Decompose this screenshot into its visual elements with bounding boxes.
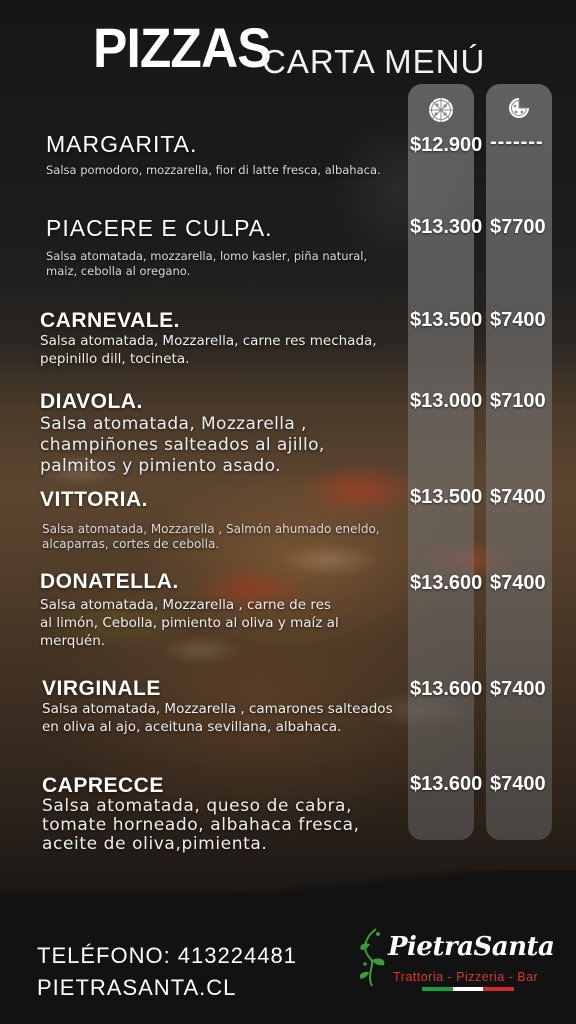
item-price-whole: $13.000 bbox=[410, 390, 483, 412]
phone-number: TELÉFONO: 413224481 bbox=[37, 943, 297, 968]
item-name: VIRGINALE bbox=[42, 677, 161, 700]
item-price-whole: $13.600 bbox=[410, 773, 483, 795]
item-description: Salsa pomodoro, mozzarella, fior di latt… bbox=[46, 163, 381, 177]
item-name: CARNEVALE. bbox=[40, 309, 180, 332]
item-description: Salsa atomatada, Mozzarella , Salmón ahu… bbox=[42, 522, 380, 551]
item-name: DIAVOLA. bbox=[40, 390, 143, 413]
flag-white bbox=[452, 987, 484, 991]
pizza-slice-icon bbox=[509, 98, 529, 118]
item-price-whole: $13.500 bbox=[410, 309, 483, 331]
item-price-whole: $13.600 bbox=[410, 678, 483, 700]
item-price-half: $7100 bbox=[490, 390, 546, 412]
italian-flag-stripe bbox=[422, 987, 515, 991]
item-price-half: $7400 bbox=[490, 678, 546, 700]
item-name: MARGARITA. bbox=[46, 131, 198, 157]
item-name: CAPRECCE bbox=[42, 774, 164, 797]
item-name: DONATELLA. bbox=[40, 570, 179, 593]
half-price-column bbox=[486, 84, 552, 840]
page-title: PIZZAS bbox=[93, 16, 272, 79]
item-description: Salsa atomatada, mozzarella, lomo kasler… bbox=[46, 249, 368, 278]
item-price-whole: $13.600 bbox=[410, 572, 483, 594]
item-name: VITTORIA. bbox=[40, 488, 148, 511]
page-subtitle: CARTA MENÚ bbox=[262, 43, 486, 80]
item-price-whole: $13.500 bbox=[410, 486, 483, 508]
whole-price-column bbox=[408, 84, 474, 840]
item-description: Salsa atomatada, Mozzarella , champiñone… bbox=[40, 414, 325, 476]
pietrasanta-logo: PietraSanta Trattoria - Pizzeria - Bar bbox=[356, 924, 566, 1006]
item-price-whole: $12.900 bbox=[410, 134, 483, 156]
item-description: Salsa atomatada, queso de cabra, tomate … bbox=[42, 796, 360, 854]
logo-tagline: Trattoria - Pizzeria - Bar bbox=[393, 970, 539, 984]
flag-green bbox=[422, 987, 453, 991]
item-description: Salsa atomatada, Mozzarella , camarones … bbox=[42, 701, 393, 735]
item-price-half: $7400 bbox=[490, 773, 546, 795]
item-description: Salsa atomatada, Mozzarella, carne res m… bbox=[40, 333, 377, 367]
item-price-half: $7700 bbox=[490, 216, 546, 238]
item-price-half: $7400 bbox=[490, 572, 546, 594]
item-price-whole: $13.300 bbox=[410, 216, 483, 238]
item-price-half: $7400 bbox=[490, 309, 546, 331]
whole-pizza-icon bbox=[429, 98, 453, 122]
logo-name: PietraSanta bbox=[388, 932, 555, 962]
item-name: PIACERE E CULPA. bbox=[46, 215, 273, 241]
flag-red bbox=[483, 987, 515, 991]
item-price-half: $7400 bbox=[490, 486, 546, 508]
website-link[interactable]: PIETRASANTA.CL bbox=[37, 975, 236, 1001]
item-description: Salsa atomatada, Mozzarella , carne de r… bbox=[40, 597, 339, 649]
item-price-half: ------- bbox=[490, 131, 544, 153]
